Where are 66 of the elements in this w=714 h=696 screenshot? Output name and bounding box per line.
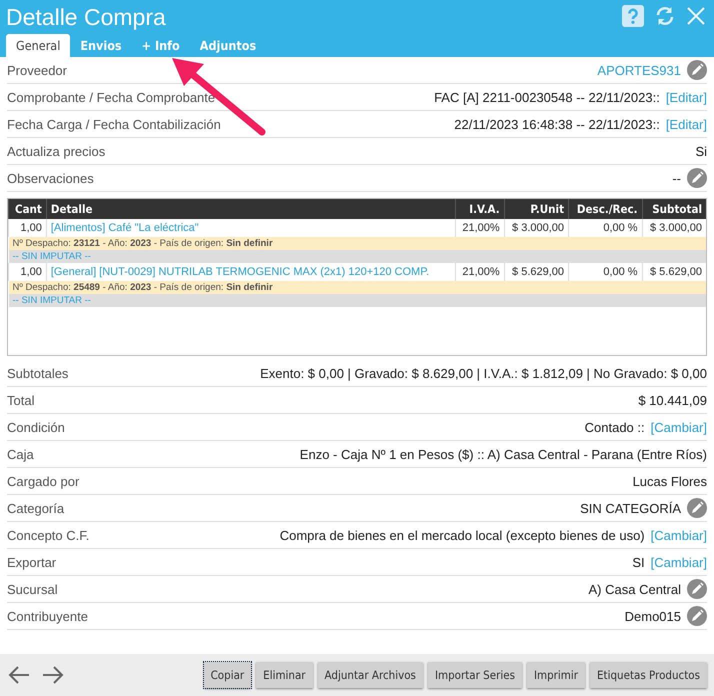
tab[interactable]: Envios bbox=[70, 34, 132, 57]
forward-arrow-icon[interactable] bbox=[42, 665, 64, 685]
close-icon[interactable] bbox=[686, 6, 706, 26]
column-header: P.Unit bbox=[504, 199, 569, 219]
field-label: Contribuyente bbox=[7, 608, 88, 624]
dispatch-info: Nº Despacho: 25489 - Año: 2023 - País de origen: Sin definir bbox=[8, 281, 706, 294]
column-header: Cant bbox=[8, 199, 46, 219]
field-label: Sucursal bbox=[7, 582, 58, 596]
edit-icon[interactable] bbox=[687, 606, 707, 626]
column-header: Subtotal bbox=[642, 199, 706, 219]
footer-button[interactable]: Imprimir bbox=[526, 662, 586, 688]
field-value: SI bbox=[632, 554, 645, 570]
refresh-icon[interactable] bbox=[654, 5, 676, 27]
imputation-link[interactable]: -- SIN IMPUTAR -- bbox=[8, 250, 706, 263]
field-label: Subtotales bbox=[7, 366, 68, 380]
field-label: Comprobante / Fecha Comprobante bbox=[7, 90, 216, 104]
field-link[interactable]: APORTES931 bbox=[597, 62, 681, 78]
field-value: FAC [A] 2211-00230548 -- 22/11/2023:: bbox=[434, 90, 660, 104]
action-link[interactable]: [Editar] bbox=[666, 116, 707, 132]
action-link[interactable]: [Editar] bbox=[666, 90, 707, 104]
field-label: Exportar bbox=[7, 554, 56, 570]
field-value: Compra de bienes en el mercado local (excepto bienes de uso) bbox=[280, 528, 645, 542]
field-value: -- bbox=[672, 170, 681, 186]
field-value: Demo015 bbox=[624, 608, 681, 624]
footer-button[interactable]: Copiar bbox=[204, 662, 252, 688]
field-label: Cargado por bbox=[7, 474, 80, 488]
field-value: Lucas Flores bbox=[632, 474, 707, 488]
field-value: 22/11/2023 16:48:38 -- 22/11/2023:: bbox=[454, 116, 660, 132]
field-label: Caja bbox=[7, 446, 34, 462]
help-icon[interactable] bbox=[622, 5, 644, 27]
tab[interactable]: General bbox=[6, 34, 70, 57]
tab[interactable]: + Info bbox=[132, 34, 190, 57]
column-header: Detalle bbox=[46, 199, 456, 219]
field-label: Fecha Carga / Fecha Contabilización bbox=[7, 116, 221, 132]
footer-button[interactable]: Importar Series bbox=[428, 662, 522, 688]
field-value: Si bbox=[695, 144, 707, 158]
edit-icon[interactable] bbox=[687, 168, 707, 188]
field-value: Enzo - Caja Nº 1 en Pesos ($) :: A) Casa Central - Parana (Entre Ríos) bbox=[300, 446, 707, 462]
field-label: Categoría bbox=[7, 500, 64, 516]
dispatch-info: Nº Despacho: 23121 - Año: 2023 - País de origen: Sin definir bbox=[8, 237, 706, 250]
field-value: SIN CATEGORÍA bbox=[580, 500, 681, 516]
back-arrow-icon[interactable] bbox=[8, 665, 30, 685]
column-header: I.V.A. bbox=[455, 199, 504, 219]
field-label: Concepto C.F. bbox=[7, 528, 90, 542]
footer-button[interactable]: Eliminar bbox=[256, 662, 313, 688]
field-value: A) Casa Central bbox=[588, 582, 681, 596]
action-link[interactable]: [Cambiar] bbox=[650, 554, 707, 570]
action-link[interactable]: [Cambiar] bbox=[650, 528, 707, 542]
imputation-link[interactable]: -- SIN IMPUTAR -- bbox=[8, 294, 706, 307]
column-header: Desc./Rec. bbox=[568, 199, 642, 219]
field-value: $ 10.441,09 bbox=[638, 392, 707, 408]
field-label: Observaciones bbox=[7, 170, 94, 186]
window-title: Detalle Compra bbox=[6, 2, 167, 30]
field-label: Proveedor bbox=[7, 62, 67, 78]
tab[interactable]: Adjuntos bbox=[190, 34, 266, 57]
edit-icon[interactable] bbox=[687, 60, 707, 80]
field-label: Condición bbox=[7, 420, 65, 434]
edit-icon[interactable] bbox=[687, 579, 707, 599]
field-label: Actualiza precios bbox=[7, 144, 106, 158]
footer-button[interactable]: Etiquetas Productos bbox=[590, 662, 707, 688]
edit-icon[interactable] bbox=[687, 498, 707, 518]
field-value: Exento: $ 0,00 | Gravado: $ 8.629,00 | I.V.A.: $ 1.812,09 | No Gravado: $ 0,00 bbox=[260, 366, 707, 380]
field-label: Total bbox=[7, 392, 34, 408]
footer-button[interactable]: Adjuntar Archivos bbox=[318, 662, 423, 688]
field-value: Contado :: bbox=[584, 420, 645, 434]
action-link[interactable]: [Cambiar] bbox=[650, 420, 707, 434]
